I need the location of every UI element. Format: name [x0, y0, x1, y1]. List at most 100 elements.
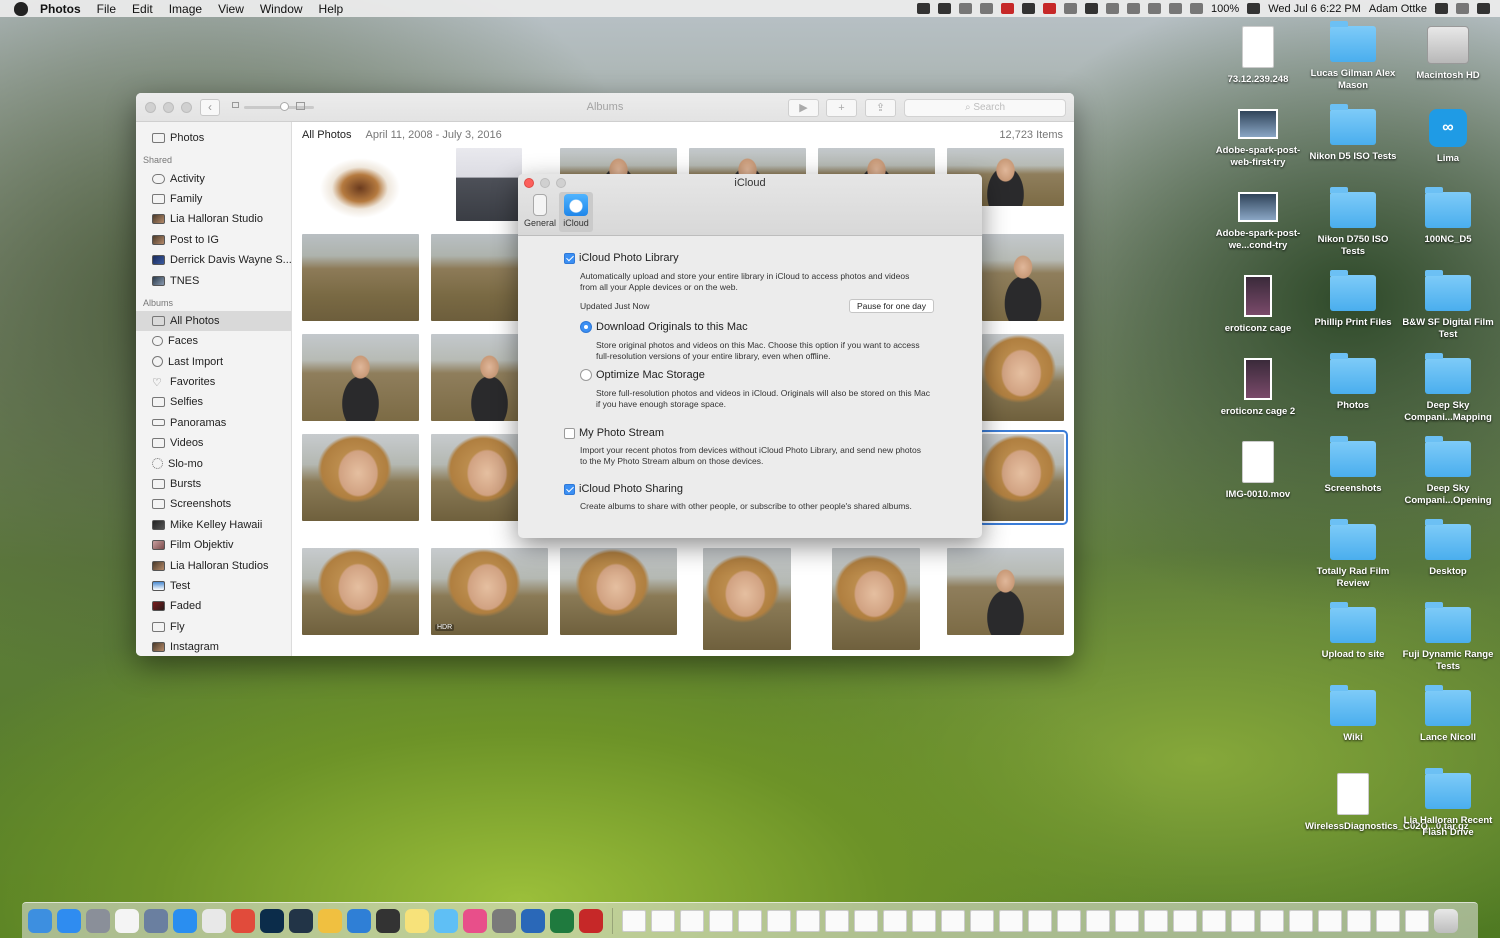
- slack-icon[interactable]: [202, 908, 226, 933]
- menu-app-name[interactable]: Photos: [40, 2, 81, 16]
- desktop-icon[interactable]: ∞ Lima: [1400, 109, 1496, 165]
- dock-document-icon[interactable]: [1086, 909, 1110, 932]
- dock-document-icon[interactable]: [1231, 909, 1255, 932]
- photo-thumbnail[interactable]: [302, 548, 419, 635]
- calendar-icon[interactable]: [115, 908, 139, 933]
- desktop-icon[interactable]: Desktop: [1400, 519, 1496, 578]
- search-input[interactable]: ⌕ Search: [904, 99, 1066, 117]
- chrome-icon[interactable]: [231, 908, 255, 933]
- dock-document-icon[interactable]: [1057, 909, 1081, 932]
- dock-document-icon[interactable]: [709, 909, 733, 932]
- photos-icon[interactable]: [318, 908, 342, 933]
- photo-thumbnail[interactable]: [316, 148, 404, 221]
- dock-document-icon[interactable]: [1405, 909, 1429, 932]
- spotlight-icon[interactable]: [1456, 3, 1469, 14]
- dock-document-icon[interactable]: [651, 909, 675, 932]
- bluetooth-icon[interactable]: [1169, 3, 1183, 14]
- desktop-icon[interactable]: Screenshots: [1305, 436, 1401, 495]
- lightroom-icon[interactable]: [289, 908, 313, 933]
- sidebar-item-last-import[interactable]: Last Import: [136, 352, 291, 372]
- sidebar-item-faces[interactable]: Faces: [136, 331, 291, 351]
- desktop-icon[interactable]: eroticonz cage: [1210, 275, 1306, 335]
- sidebar-item-photos[interactable]: Photos: [136, 128, 291, 148]
- word-icon[interactable]: [521, 908, 545, 933]
- photo-thumbnail[interactable]: [560, 548, 677, 635]
- stuff-status-icon[interactable]: [1043, 3, 1057, 14]
- photo-thumbnail[interactable]: [302, 334, 419, 421]
- sidebar-item-videos[interactable]: Videos: [136, 433, 291, 453]
- user-name[interactable]: Adam Ottke: [1369, 3, 1427, 15]
- launchpad-icon[interactable]: [86, 908, 110, 933]
- sidebar-item-faded[interactable]: Faded: [136, 596, 291, 616]
- menu-window[interactable]: Window: [260, 2, 303, 16]
- sidebar-item-derrick-davis[interactable]: Derrick Davis Wayne S...: [136, 250, 291, 270]
- capture-one-icon[interactable]: [376, 908, 400, 933]
- phone-icon[interactable]: [1022, 3, 1036, 14]
- photo-thumbnail[interactable]: [832, 548, 920, 650]
- desktop-icon[interactable]: Lia Halloran Recent Flash Drive: [1400, 768, 1496, 839]
- battery-percent[interactable]: 100%: [1211, 3, 1239, 15]
- 1password-icon[interactable]: [347, 908, 371, 933]
- sidebar-item-family[interactable]: Family: [136, 189, 291, 209]
- dock-document-icon[interactable]: [1144, 909, 1168, 932]
- finder-icon[interactable]: [28, 908, 52, 933]
- dock-document-icon[interactable]: [622, 909, 646, 932]
- menu-view[interactable]: View: [218, 2, 244, 16]
- desktop-icon[interactable]: WirelessDiagnostics_C02Q...0.tar.gz: [1305, 773, 1469, 833]
- pause-for-one-day-button[interactable]: Pause for one day: [849, 299, 934, 313]
- dock-document-icon[interactable]: [854, 909, 878, 932]
- desktop-icon[interactable]: Nikon D5 ISO Tests: [1305, 104, 1401, 163]
- desktop-icon[interactable]: Lucas Gilman Alex Mason: [1305, 21, 1401, 92]
- photo-thumbnail[interactable]: [302, 234, 419, 321]
- optimize-storage-radio[interactable]: Optimize Mac Storage: [580, 369, 705, 381]
- dock-document-icon[interactable]: [1347, 909, 1371, 932]
- volume-icon[interactable]: [1435, 3, 1448, 14]
- desktop-icon[interactable]: Upload to site: [1305, 602, 1401, 661]
- desktop-icon[interactable]: Wiki: [1305, 685, 1401, 744]
- sidebar-item-bursts[interactable]: Bursts: [136, 474, 291, 494]
- photo-thumbnail[interactable]: [456, 148, 522, 221]
- sidebar-item-activity[interactable]: Activity: [136, 168, 291, 188]
- safari-icon[interactable]: [173, 908, 197, 933]
- icloud-photo-sharing-checkbox[interactable]: iCloud Photo Sharing: [564, 483, 683, 495]
- photo-thumbnail[interactable]: [703, 548, 791, 650]
- dock-document-icon[interactable]: [970, 909, 994, 932]
- icloud-photo-library-checkbox[interactable]: iCloud Photo Library: [564, 252, 679, 264]
- desktop-icon[interactable]: 73.12.239.248: [1210, 26, 1306, 86]
- desktop-icon[interactable]: Nikon D750 ISO Tests: [1305, 187, 1401, 258]
- desktop-icon[interactable]: Fuji Dynamic Range Tests: [1400, 602, 1496, 673]
- desktop-icon[interactable]: Deep Sky Compani...Opening: [1400, 436, 1496, 507]
- stuff-icon[interactable]: [579, 908, 603, 933]
- home-icon[interactable]: [1085, 3, 1099, 14]
- sidebar-item-all-photos[interactable]: All Photos: [136, 310, 291, 332]
- dropbox-icon[interactable]: [917, 3, 931, 14]
- desktop-icon[interactable]: Lance Nicoll: [1400, 685, 1496, 744]
- dock-document-icon[interactable]: [767, 909, 791, 932]
- add-button[interactable]: +: [826, 99, 857, 117]
- share-button[interactable]: ⇪: [865, 99, 896, 117]
- sidebar-item-post-to-ig[interactable]: Post to IG: [136, 230, 291, 250]
- infinity-icon[interactable]: [980, 3, 994, 14]
- trash-icon[interactable]: [1434, 908, 1458, 933]
- desktop-icon[interactable]: Macintosh HD: [1400, 26, 1496, 82]
- sidebar-item-screenshots[interactable]: Screenshots: [136, 494, 291, 514]
- system-preferences-icon[interactable]: [492, 908, 516, 933]
- sidebar-item-slo-mo[interactable]: Slo-mo: [136, 453, 291, 473]
- messages-icon[interactable]: [434, 908, 458, 933]
- sidebar-item-test[interactable]: Test: [136, 576, 291, 596]
- dock-document-icon[interactable]: [1376, 909, 1400, 932]
- slideshow-button[interactable]: ▶: [788, 99, 819, 117]
- desktop-icon[interactable]: Adobe-spark-post-web-first-try: [1210, 109, 1306, 169]
- dock-document-icon[interactable]: [1289, 909, 1313, 932]
- desktop-icon[interactable]: 100NC_D5: [1400, 187, 1496, 246]
- dock-document-icon[interactable]: [883, 909, 907, 932]
- network-icon[interactable]: [1064, 3, 1078, 14]
- sidebar-item-fly[interactable]: Fly: [136, 617, 291, 637]
- clock[interactable]: Wed Jul 6 6:22 PM: [1268, 3, 1361, 15]
- menu-edit[interactable]: Edit: [132, 2, 153, 16]
- desktop-icon[interactable]: Adobe-spark-post-we...cond-try: [1210, 192, 1306, 252]
- grid-icon[interactable]: [1106, 3, 1120, 14]
- dock-document-icon[interactable]: [1028, 909, 1052, 932]
- dock-document-icon[interactable]: [941, 909, 965, 932]
- excel-icon[interactable]: [550, 908, 574, 933]
